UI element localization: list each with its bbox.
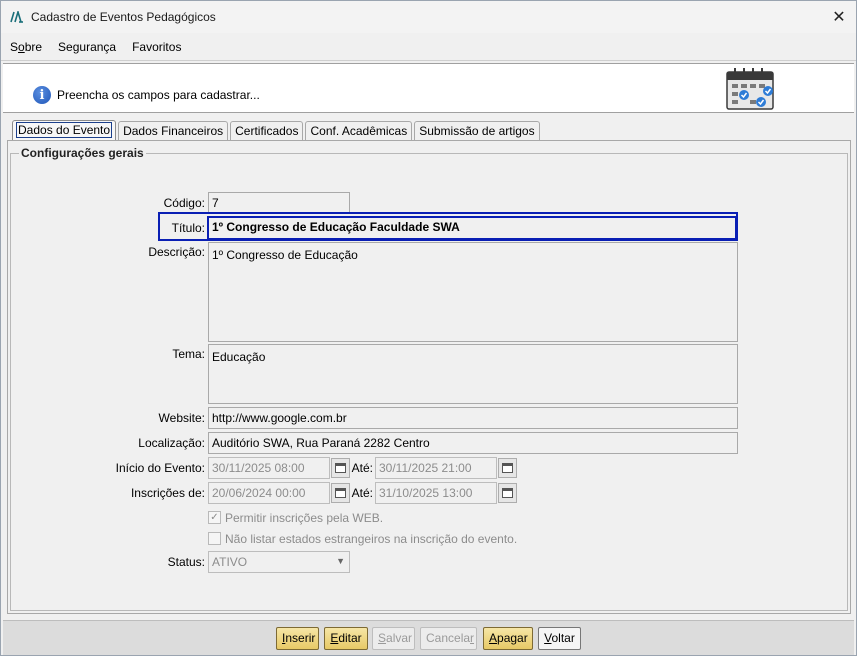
inscricoes-label: Inscrições de: — [130, 486, 205, 500]
group-title: Configurações gerais — [19, 146, 146, 160]
tab-dados-financeiros[interactable]: Dados Financeiros — [118, 121, 229, 140]
app-logo-icon — [10, 11, 23, 23]
close-button[interactable]: ✕ — [828, 6, 850, 28]
inicio-ate-field[interactable]: 30/11/2025 21:00 — [375, 457, 497, 479]
codigo-label: Código: — [163, 196, 205, 210]
info-icon: i — [33, 86, 51, 104]
permitir-web-label: Permitir inscrições pela WEB. — [225, 511, 384, 525]
website-label: Website: — [158, 411, 205, 425]
codigo-field[interactable]: 7 — [208, 192, 350, 214]
inicio-field[interactable]: 30/11/2025 08:00 — [208, 457, 330, 479]
tab-dados-evento[interactable]: Dados do Evento — [12, 120, 117, 141]
cancelar-button[interactable]: Cancelar — [420, 627, 477, 650]
apagar-button[interactable]: Apagar — [483, 627, 533, 650]
title-bar: Cadastro de Eventos Pedagógicos ✕ — [1, 1, 856, 33]
menu-sobre[interactable]: Sobre — [10, 40, 42, 54]
main-window: Cadastro de Eventos Pedagógicos ✕ Sobre … — [0, 0, 857, 656]
calendar-icon — [502, 488, 513, 498]
menu-favoritos[interactable]: Favoritos — [132, 40, 181, 54]
editar-button[interactable]: Editar — [324, 627, 368, 650]
chevron-down-icon: ▼ — [336, 556, 345, 566]
tab-certificados[interactable]: Certificados — [230, 121, 304, 140]
close-icon: ✕ — [832, 9, 846, 26]
status-label: Status: — [167, 555, 205, 569]
tab-strip: Dados do Evento Dados Financeiros Certif… — [12, 120, 542, 141]
inserir-button[interactable]: Inserir — [276, 627, 319, 650]
salvar-button[interactable]: Salvar — [372, 627, 415, 650]
inicio-label: Início do Evento: — [115, 461, 205, 475]
tab-conf-academicas[interactable]: Conf. Acadêmicas — [305, 121, 413, 140]
website-field[interactable]: http://www.google.com.br — [208, 407, 738, 429]
descricao-field[interactable]: 1º Congresso de Educação — [208, 242, 738, 342]
window-title: Cadastro de Eventos Pedagógicos — [31, 10, 216, 24]
tema-field[interactable]: Educação — [208, 344, 738, 404]
inicio-ate-calendar-button[interactable] — [498, 458, 517, 478]
titulo-label: Título: — [171, 221, 205, 235]
nao-listar-checkbox[interactable] — [208, 532, 221, 545]
header-panel: i Preencha os campos para cadastrar... — [3, 63, 854, 113]
calendar-icon — [502, 463, 513, 473]
tab-submissao-artigos[interactable]: Submissão de artigos — [414, 121, 540, 140]
voltar-button[interactable]: Voltar — [538, 627, 581, 650]
status-select[interactable]: ATIVO ▼ — [208, 551, 350, 573]
tema-label: Tema: — [172, 347, 205, 361]
menu-seguranca[interactable]: Segurança — [58, 40, 116, 54]
info-message: Preencha os campos para cadastrar... — [57, 88, 260, 102]
localizacao-label: Localização: — [138, 436, 205, 450]
menu-bar: Sobre Segurança Favoritos — [1, 34, 856, 61]
calendar-check-icon — [726, 68, 774, 110]
titulo-field[interactable]: 1º Congresso de Educação Faculdade SWA — [207, 216, 737, 240]
inscricoes-field[interactable]: 20/06/2024 00:00 — [208, 482, 330, 504]
inscricoes-ate-calendar-button[interactable] — [498, 483, 517, 503]
localizacao-field[interactable]: Auditório SWA, Rua Paraná 2282 Centro — [208, 432, 738, 454]
button-bar: Inserir Editar Salvar Cancelar Apagar Vo… — [3, 620, 854, 655]
status-value: ATIVO — [212, 555, 248, 569]
inicio-ate-label: Até: — [351, 461, 373, 475]
permitir-web-checkbox[interactable]: ✓ — [208, 511, 221, 524]
descricao-label: Descrição: — [148, 245, 205, 259]
inscricoes-ate-field[interactable]: 31/10/2025 13:00 — [375, 482, 497, 504]
inscricoes-ate-label: Até: — [351, 486, 373, 500]
nao-listar-label: Não listar estados estrangeiros na inscr… — [225, 532, 518, 546]
